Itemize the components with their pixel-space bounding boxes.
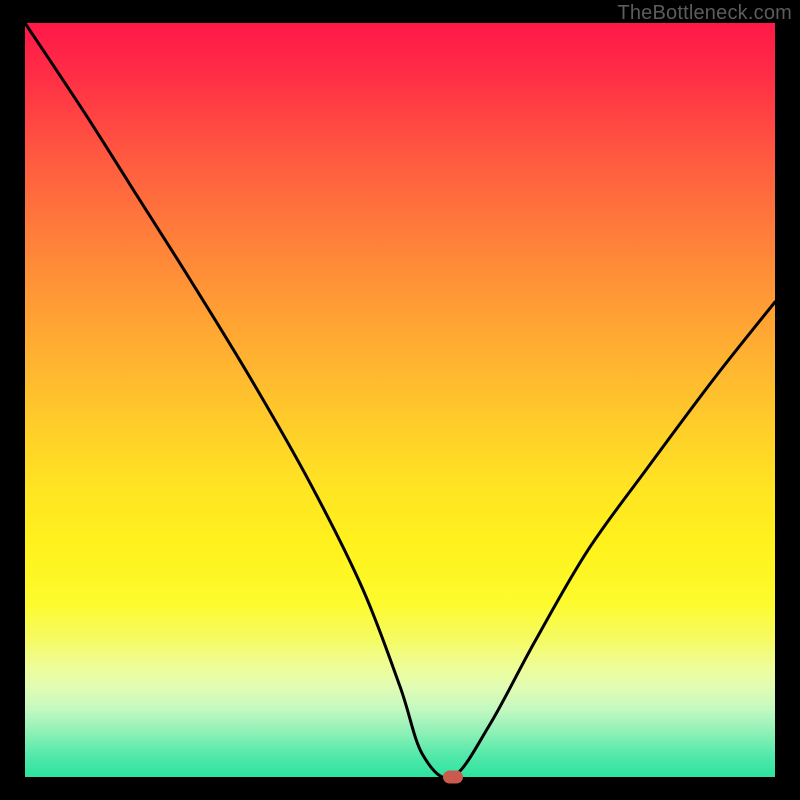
optimum-marker xyxy=(443,771,463,784)
curve-svg xyxy=(25,23,775,777)
bottleneck-curve-path xyxy=(25,23,775,777)
watermark-text: TheBottleneck.com xyxy=(617,2,792,25)
chart-area xyxy=(25,23,775,777)
